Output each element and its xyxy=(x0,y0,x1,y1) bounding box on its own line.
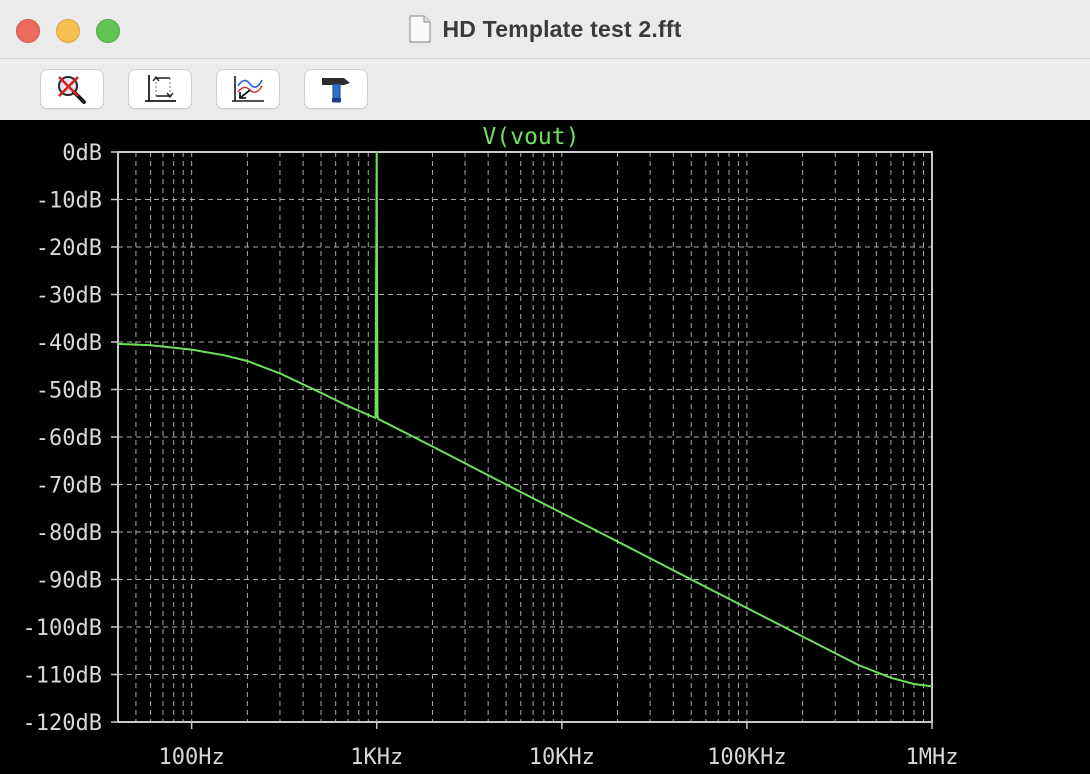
autorange-disable-button[interactable] xyxy=(40,69,104,109)
hammer-icon xyxy=(322,78,350,103)
x-tick-label: 10KHz xyxy=(529,745,595,770)
window-title-group: HD Template test 2.fft xyxy=(0,14,1090,44)
app-window: HD Template test 2.fft 0dB -10dB -20dB -… xyxy=(0,0,1090,774)
y-tick-label: -30dB xyxy=(36,284,102,309)
x-tick-label: 100Hz xyxy=(159,745,225,770)
y-tick-label: -50dB xyxy=(36,379,102,404)
zoom-back-button[interactable] xyxy=(216,69,280,109)
x-tick-label: 1KHz xyxy=(350,745,403,770)
trace-vout xyxy=(117,151,933,688)
magnifier-cross-icon xyxy=(58,76,86,104)
y-tick-label: 0dB xyxy=(62,141,102,166)
y-tick-label: -70dB xyxy=(36,474,102,499)
document-icon xyxy=(409,15,432,43)
y-tick-label: -20dB xyxy=(36,236,102,261)
y-tick-label: -80dB xyxy=(36,521,102,546)
x-tick-label: 100KHz xyxy=(707,745,786,770)
waveform-plot-pane[interactable]: 0dB -10dB -20dB -30dB -40dB -50dB -60dB -70dB -8… xyxy=(0,120,1090,774)
y-tick-label: -90dB xyxy=(36,569,102,594)
title-bar: HD Template test 2.fft xyxy=(0,0,1090,59)
trace-title: V(vout) xyxy=(483,124,580,150)
y-tick-label: -10dB xyxy=(36,189,102,214)
axes-fit-icon xyxy=(145,75,176,102)
y-tick-label: -60dB xyxy=(36,426,102,451)
tools-button[interactable] xyxy=(304,69,368,109)
y-tick-label: -120dB xyxy=(23,711,102,736)
toolbar xyxy=(0,59,1090,120)
y-tick-label: -40dB xyxy=(36,331,102,356)
waveform-arrow-icon xyxy=(232,76,264,102)
window-title: HD Template test 2.fft xyxy=(442,15,682,42)
fit-axes-button[interactable] xyxy=(128,69,192,109)
y-tick-label: -100dB xyxy=(23,616,102,641)
fft-chart[interactable]: 0dB -10dB -20dB -30dB -40dB -50dB -60dB -70dB -8… xyxy=(0,120,1090,774)
x-tick-label: 1MHz xyxy=(906,745,959,770)
y-tick-label: -110dB xyxy=(23,664,102,689)
